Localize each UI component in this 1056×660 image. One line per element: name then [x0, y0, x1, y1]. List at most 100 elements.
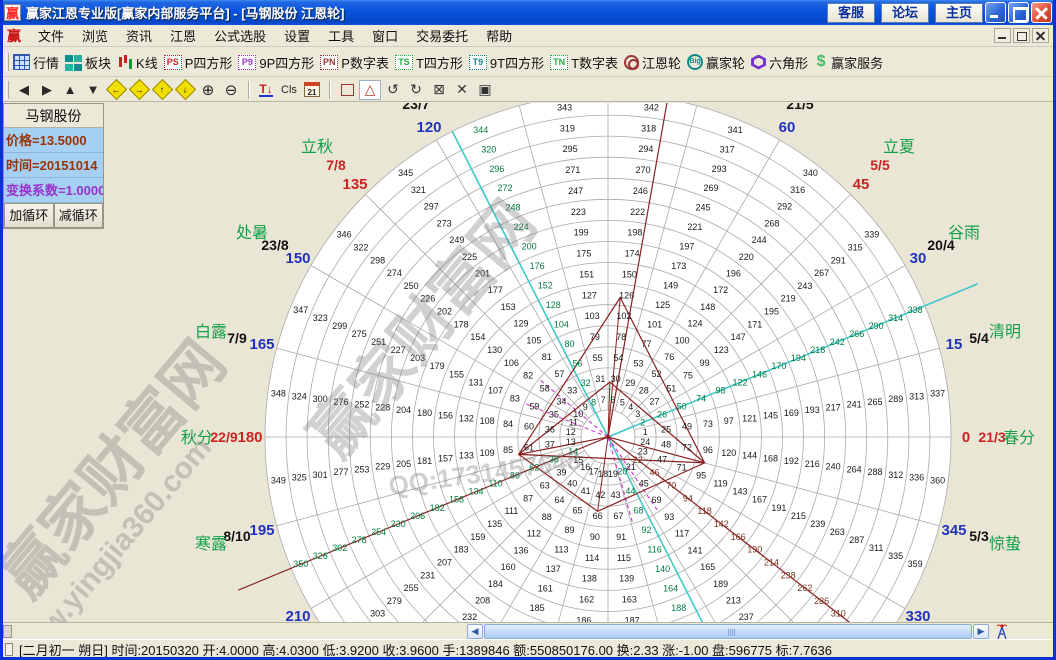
scroll-right-button[interactable]: ▶ [973, 624, 989, 639]
svg-text:59: 59 [529, 402, 539, 412]
zoom-out-button[interactable]: ⊖ [220, 80, 242, 100]
svg-text:146: 146 [752, 369, 767, 379]
status-panel-icon[interactable] [5, 643, 13, 656]
svg-text:244: 244 [752, 235, 767, 245]
coefficient-field[interactable]: 变换系数=1.00000 [4, 178, 103, 203]
svg-text:23: 23 [638, 446, 648, 456]
svg-text:15: 15 [946, 336, 963, 353]
svg-text:237: 237 [739, 612, 754, 622]
menu-item-公式选股[interactable]: 公式选股 [205, 24, 275, 47]
t-number-table-button[interactable]: TNT数字表 [550, 53, 618, 72]
minimize-button[interactable] [985, 2, 1006, 23]
svg-text:26: 26 [657, 410, 667, 420]
svg-text:138: 138 [582, 574, 597, 584]
svg-text:216: 216 [805, 459, 820, 469]
shift-left-button[interactable]: ← [105, 80, 127, 100]
svg-text:195: 195 [764, 307, 779, 317]
p-number-table-button[interactable]: PNP数字表 [320, 53, 389, 72]
kline-button[interactable]: K线 [117, 53, 158, 72]
scroll-thumb[interactable] [484, 624, 972, 639]
svg-text:320: 320 [481, 144, 496, 154]
child-minimize-button[interactable] [994, 28, 1011, 43]
winner-wheel-button[interactable]: Big赢家轮 [687, 53, 745, 72]
menu-item-文件[interactable]: 文件 [29, 24, 73, 47]
svg-text:182: 182 [430, 503, 445, 513]
svg-text:52: 52 [651, 369, 661, 379]
add-cycle-button[interactable]: 加循环 [4, 203, 54, 228]
svg-text:140: 140 [655, 564, 670, 574]
t-square-button[interactable]: TST四方形 [395, 53, 463, 72]
child-restore-button[interactable] [1013, 28, 1030, 43]
scroll-left-button[interactable]: ◀ [467, 624, 483, 639]
customer-service-button[interactable]: 客服 [827, 3, 875, 23]
svg-text:346: 346 [337, 230, 352, 240]
svg-text:270: 270 [636, 165, 651, 175]
winner-service-button[interactable]: $赢家服务 [814, 53, 883, 72]
menu-item-窗口[interactable]: 窗口 [363, 24, 407, 47]
svg-text:324: 324 [292, 391, 307, 401]
menu-item-交易委托[interactable]: 交易委托 [407, 24, 477, 47]
9p-square-button[interactable]: P99P四方形 [238, 53, 314, 72]
mark-tool-button[interactable]: ▣ [474, 80, 496, 100]
triangle-tool-icon: △ [365, 81, 376, 98]
svg-text:79: 79 [590, 332, 600, 342]
triangle-tool-button[interactable]: △ [359, 80, 381, 100]
svg-text:131: 131 [468, 377, 483, 387]
shift-right-button[interactable]: → [128, 80, 150, 100]
gann-wheel-button[interactable]: 江恩轮 [624, 53, 681, 72]
status-bar: [二月初一 朔日] 时间:20150320 开:4.0000 高:4.0300 … [3, 639, 1053, 658]
rotate-cw-button[interactable]: ↻ [405, 80, 427, 100]
nav-down-button[interactable]: ▼ [82, 80, 104, 100]
svg-text:360: 360 [930, 475, 945, 485]
homepage-button[interactable]: 主页 [935, 3, 983, 23]
svg-text:72: 72 [682, 442, 692, 452]
forum-button[interactable]: 论坛 [881, 3, 929, 23]
time-shift-button[interactable]: T↓ [255, 80, 277, 100]
winner-service-icon: $ [814, 54, 828, 70]
svg-text:251: 251 [371, 337, 386, 347]
svg-text:136: 136 [513, 545, 528, 555]
p-square-button[interactable]: PSP四方形 [164, 53, 233, 72]
horizontal-scrollbar[interactable]: ◀ ▶ [467, 624, 989, 639]
svg-text:225: 225 [462, 252, 477, 262]
shift-up-button[interactable]: ↑ [151, 80, 173, 100]
menu-item-帮助[interactable]: 帮助 [477, 24, 521, 47]
zoom-in-button[interactable]: ⊕ [197, 80, 219, 100]
svg-text:226: 226 [420, 294, 435, 304]
time-field[interactable]: 时间=20151014 [4, 153, 103, 178]
svg-text:205: 205 [396, 459, 411, 469]
nav-up-button[interactable]: ▲ [59, 80, 81, 100]
chart-area[interactable]: 1234567891011121314151617181920212223242… [3, 103, 1053, 622]
calendar-button[interactable]: 21 [301, 80, 323, 100]
9t-square-button[interactable]: T99T四方形 [469, 53, 544, 72]
shift-down-button[interactable]: ↓ [174, 80, 196, 100]
svg-text:298: 298 [370, 255, 385, 265]
menu-item-浏览[interactable]: 浏览 [73, 24, 117, 47]
square-tool-button[interactable] [336, 80, 358, 100]
nav-right-button[interactable]: ▶ [36, 80, 58, 100]
menu-item-资讯[interactable]: 资讯 [117, 24, 161, 47]
maximize-button[interactable] [1008, 2, 1029, 23]
sectors-button[interactable]: 板块 [65, 53, 111, 72]
cls-button[interactable]: Cls [278, 80, 300, 100]
rotate-ccw-button[interactable]: ↺ [382, 80, 404, 100]
svg-text:63: 63 [540, 481, 550, 491]
svg-text:349: 349 [271, 475, 286, 485]
hexagon-button[interactable]: 六角形 [751, 53, 808, 72]
quotes-button[interactable]: 行情 [13, 53, 59, 72]
svg-text:175: 175 [576, 249, 591, 259]
child-close-button[interactable] [1032, 28, 1049, 43]
menu-item-工具[interactable]: 工具 [319, 24, 363, 47]
svg-text:清明: 清明 [989, 323, 1021, 341]
svg-text:21/5: 21/5 [786, 103, 813, 112]
nav-left-button[interactable]: ◀ [13, 80, 35, 100]
box-select-button[interactable]: ⊠ [428, 80, 450, 100]
close-button[interactable] [1031, 2, 1052, 23]
menu-item-设置[interactable]: 设置 [275, 24, 319, 47]
menu-item-江恩[interactable]: 江恩 [161, 24, 205, 47]
splitter-box[interactable] [3, 625, 12, 638]
svg-text:186: 186 [576, 615, 591, 622]
price-field[interactable]: 价格=13.5000 [4, 128, 103, 153]
sub-cycle-button[interactable]: 减循环 [54, 203, 104, 228]
shrink-button[interactable]: ✕ [451, 80, 473, 100]
